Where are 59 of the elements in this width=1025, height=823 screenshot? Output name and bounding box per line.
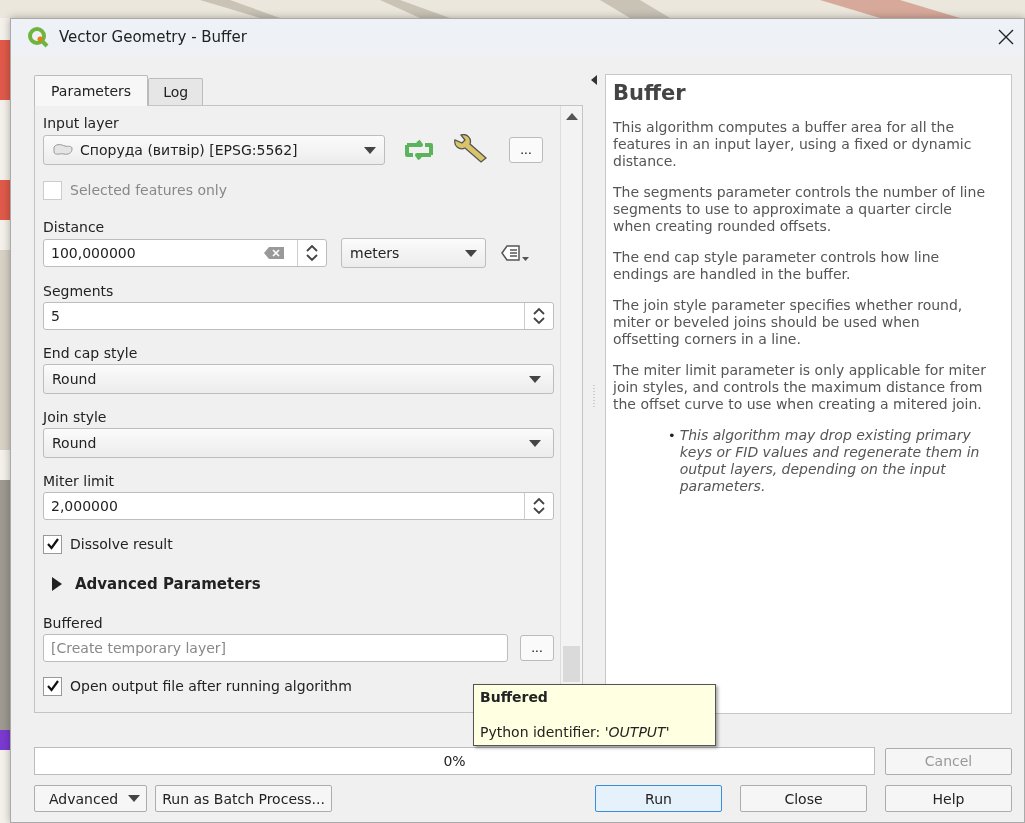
- field-label: End cap style: [43, 344, 139, 363]
- splitter-handle-icon[interactable]: [593, 385, 595, 407]
- dialog-button[interactable]: Run: [595, 785, 722, 812]
- scroll-up-icon[interactable]: [565, 112, 578, 120]
- checkbox-label: Selected features only: [70, 182, 228, 198]
- number-field[interactable]: 5: [43, 302, 554, 330]
- help-paragraph: The end cap style parameter controls how line endings are handled in the buffer.: [613, 249, 941, 283]
- help-paragraph: The miter limit parameter is only applicable for miter join styles, and controls the maximum distance from the offset curve to use when creating a mitered join.: [613, 362, 987, 413]
- tooltip-text: Python identifier: 'OUTPUT': [480, 724, 671, 740]
- scrollbar-thumb[interactable]: [563, 646, 580, 682]
- spin-arrows-icon[interactable]: [533, 497, 545, 515]
- dialog-button[interactable]: Help: [885, 785, 1012, 812]
- caret-icon: [529, 439, 541, 447]
- close-icon[interactable]: [998, 29, 1014, 45]
- layer-dropdown[interactable]: Споруда (витвір) [EPSG:5562]: [43, 135, 385, 165]
- field-label: Distance: [43, 218, 106, 237]
- help-title: Buffer: [613, 81, 687, 105]
- progress-text: 0%: [443, 753, 466, 769]
- number-field[interactable]: 2,000000: [43, 492, 554, 520]
- tab[interactable]: Log: [148, 78, 204, 105]
- output-field[interactable]: [Create temporary layer]: [43, 634, 508, 662]
- caret-icon: [465, 249, 477, 257]
- checkbox[interactable]: [43, 534, 62, 554]
- help-paragraph: The segments parameter controls the number of line segments to use to approximate a quarter circle when creating rounded offsets.: [613, 184, 986, 235]
- style-dropdown[interactable]: Round: [43, 428, 554, 458]
- tooltip-title: Buffered: [480, 689, 549, 705]
- distance-field[interactable]: 100,000000: [43, 239, 327, 267]
- more-button[interactable]: ...: [520, 635, 554, 661]
- app-logo-icon: [27, 26, 49, 48]
- checkbox-label: Open output file after running algorithm: [70, 678, 352, 694]
- help-paragraph: This algorithm computes a buffer area for all the features in an input layer, using a fixed or dynamic distance.: [613, 119, 973, 170]
- unit-dropdown[interactable]: meters: [341, 238, 486, 268]
- bullet: •: [668, 427, 676, 444]
- checkbox[interactable]: [43, 676, 62, 696]
- more-button[interactable]: ...: [509, 137, 543, 163]
- advanced-menu-button[interactable]: Advanced: [34, 785, 148, 812]
- polygon-icon: [52, 143, 74, 157]
- style-dropdown[interactable]: Round: [43, 364, 554, 394]
- caret-icon: [529, 375, 541, 383]
- window-title: Vector Geometry - Buffer: [59, 28, 248, 46]
- collapse-arrow-icon[interactable]: [591, 75, 597, 85]
- spin-arrows-icon[interactable]: [306, 244, 318, 262]
- expand-arrow-icon[interactable]: [51, 577, 63, 591]
- caret-icon: [364, 146, 376, 154]
- field-label: Input layer: [43, 114, 120, 133]
- caret-icon: [128, 795, 141, 802]
- field-label: Segments: [43, 282, 115, 301]
- help-note: This algorithm may drop existing primary keys or FID values and regenerate them in output layers, depending on the input parameters.: [679, 427, 981, 495]
- field-label: Buffered: [43, 614, 104, 633]
- section-title[interactable]: Advanced Parameters: [75, 575, 261, 593]
- batch-button[interactable]: Run as Batch Process...: [155, 785, 332, 812]
- checkbox-label: Dissolve result: [70, 536, 173, 552]
- clear-icon[interactable]: [263, 246, 285, 260]
- spin-arrows-icon[interactable]: [533, 307, 545, 325]
- dialog-button[interactable]: Close: [740, 785, 867, 812]
- tab[interactable]: Parameters: [34, 75, 149, 106]
- field-label: Miter limit: [43, 472, 116, 491]
- help-paragraph: The join style parameter specifies whether round, miter or beveled joins should be used when offsetting corners in a line.: [613, 297, 964, 348]
- field-label: Join style: [43, 408, 108, 427]
